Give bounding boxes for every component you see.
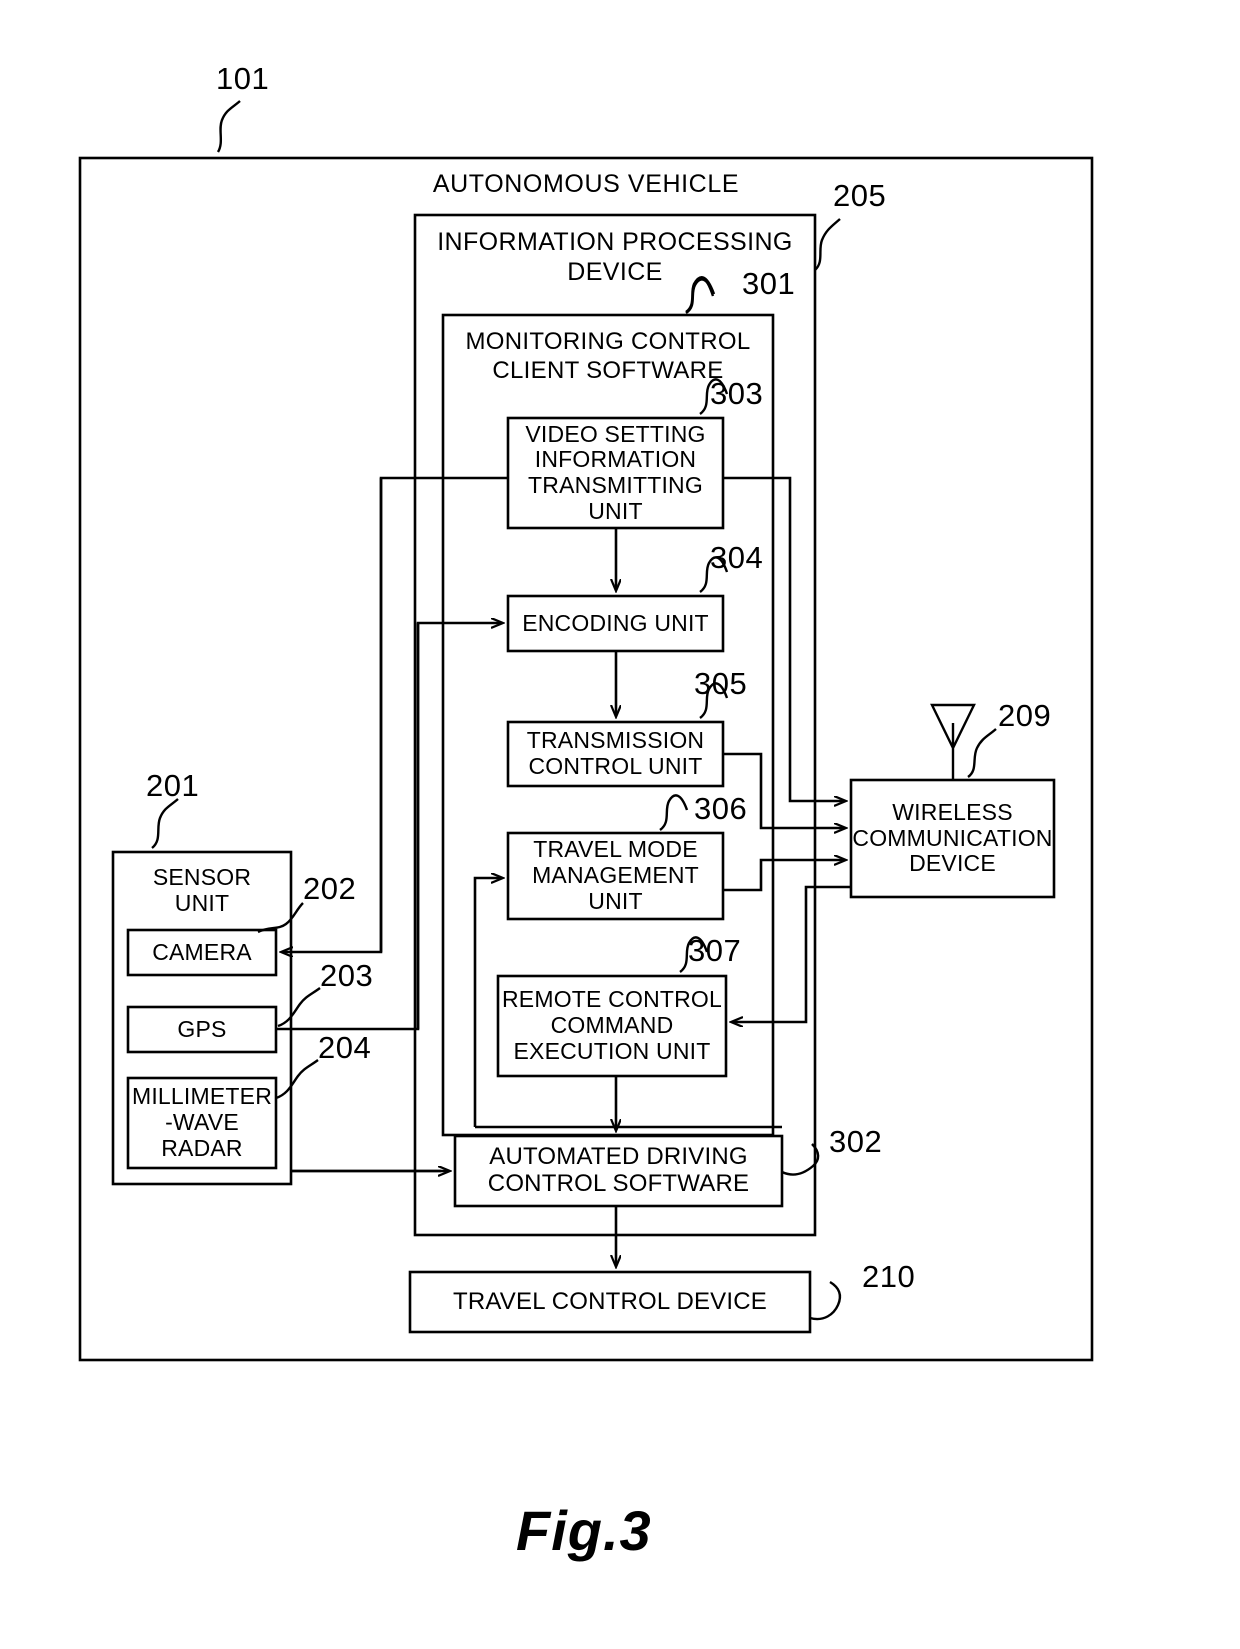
conn-303-to-wireless	[723, 476, 845, 801]
ref-305: 305	[694, 666, 748, 701]
lead-204	[275, 1059, 319, 1100]
lead-209	[967, 728, 997, 778]
ref-210: 210	[862, 1259, 916, 1294]
conn-wireless-to-307	[732, 885, 851, 1022]
millimeter-wave-radar-box	[126, 1076, 278, 1170]
conn-306-to-wireless	[723, 860, 845, 892]
lead-306	[659, 794, 689, 831]
travel-control-device-box	[408, 1270, 812, 1334]
lead-210	[809, 1280, 842, 1321]
ref-204: 204	[318, 1030, 372, 1065]
figure-page: AUTONOMOUS VEHICLE INFORMATION PROCESSIN…	[0, 0, 1240, 1649]
ref-306: 306	[694, 791, 748, 826]
camera-box	[126, 928, 278, 977]
ref-307: 307	[688, 933, 742, 968]
ref-303: 303	[710, 376, 764, 411]
video-setting-info-transmitting-unit-box	[506, 416, 725, 530]
transmission-control-unit-box	[506, 720, 725, 788]
encoding-unit-box	[506, 594, 725, 653]
gps-box	[126, 1005, 278, 1054]
wireless-communication-device-box	[849, 778, 1056, 899]
ref-203: 203	[320, 958, 374, 993]
antenna-icon	[930, 703, 976, 780]
lead-203	[277, 987, 321, 1028]
autonomous-vehicle-title: AUTONOMOUS VEHICLE	[432, 170, 740, 198]
remote-control-command-execution-unit-box	[496, 974, 728, 1078]
ref-202: 202	[303, 871, 357, 906]
ref-205: 205	[833, 178, 887, 213]
automated-driving-control-software-box	[453, 1134, 784, 1208]
lead-101	[216, 100, 241, 153]
lead-205	[814, 218, 841, 271]
travel-mode-management-unit-box	[506, 831, 725, 921]
conn-gps-to-encoding	[276, 623, 502, 1031]
ref-209: 209	[998, 698, 1052, 733]
sensor-unit-box	[111, 850, 293, 1186]
ref-301: 301	[742, 266, 796, 301]
figure-caption: Fig.3	[516, 1499, 652, 1562]
lead-302	[781, 1143, 820, 1176]
ref-101: 101	[216, 61, 270, 96]
ref-201: 201	[146, 768, 200, 803]
lead-201	[151, 798, 179, 849]
lead-202	[257, 902, 304, 934]
ref-302: 302	[829, 1124, 883, 1159]
ref-304: 304	[710, 540, 764, 575]
